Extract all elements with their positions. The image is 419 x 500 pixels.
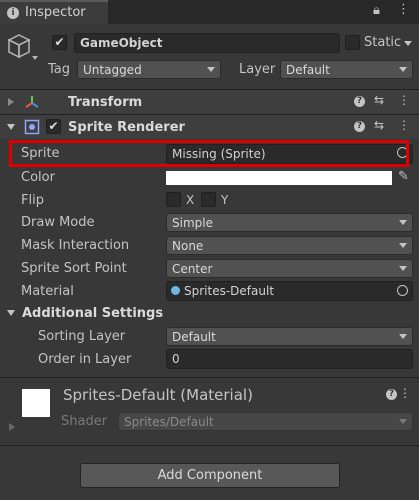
foldout-collapsed-icon[interactable] [8, 98, 14, 106]
layer-dropdown[interactable]: Default [280, 60, 413, 79]
additional-settings-title[interactable]: Additional Settings [22, 306, 163, 321]
draw-mode-label: Draw Mode [21, 215, 95, 230]
sprite-renderer-title: Sprite Renderer [68, 120, 185, 135]
sorting-layer-dropdown[interactable]: Default [166, 327, 413, 346]
color-label: Color [21, 170, 55, 185]
draw-mode-dropdown[interactable]: Simple [166, 213, 413, 232]
divider [0, 445, 419, 446]
shader-label: Shader [61, 414, 108, 429]
chevron-down-icon [399, 220, 407, 225]
sprite-renderer-enabled-checkbox[interactable]: ✔ [46, 119, 61, 134]
help-icon[interactable]: ? [386, 389, 397, 400]
chevron-down-icon [207, 67, 215, 72]
flip-x-label: X [186, 193, 195, 207]
icon-dropdown-caret-icon[interactable] [32, 56, 38, 60]
mask-interaction-label: Mask Interaction [21, 238, 130, 253]
lock-icon[interactable]: 🔒︎ [373, 3, 380, 18]
transform-axes-icon [25, 96, 39, 108]
chevron-down-icon [399, 334, 407, 339]
static-dropdown-caret-icon[interactable] [404, 41, 412, 46]
help-icon[interactable]: ? [354, 121, 365, 132]
flip-x-checkbox[interactable] [166, 192, 181, 207]
order-in-layer-label: Order in Layer [38, 352, 132, 367]
kebab-menu-icon[interactable]: ⋮ [398, 93, 410, 107]
sorting-layer-label: Sorting Layer [38, 329, 126, 344]
transform-title: Transform [68, 95, 143, 110]
foldout-expanded-icon[interactable] [7, 310, 15, 316]
sprite-renderer-icon [24, 119, 40, 135]
divider [0, 377, 419, 378]
chevron-down-icon [399, 67, 407, 72]
check-icon: ✔ [48, 119, 59, 133]
mask-interaction-value: None [172, 239, 204, 253]
info-icon: i [7, 7, 19, 19]
flip-y-label: Y [221, 193, 229, 207]
help-icon[interactable]: ? [354, 96, 365, 107]
sorting-layer-value: Default [172, 330, 216, 344]
flip-label: Flip [21, 193, 44, 208]
gameobject-active-checkbox[interactable]: ✔ [52, 35, 67, 50]
chevron-down-icon [399, 243, 407, 248]
tab-inspector[interactable]: i Inspector [0, 0, 108, 24]
highlight-box [9, 140, 409, 167]
add-component-button[interactable]: Add Component [80, 463, 340, 488]
material-label: Material [21, 284, 74, 299]
kebab-menu-icon[interactable]: ⋮ [397, 2, 410, 17]
material-section-title: Sprites-Default (Material) [63, 386, 253, 404]
kebab-menu-icon[interactable]: ⋮ [399, 386, 411, 400]
presets-icon[interactable]: ⇆ [374, 118, 384, 132]
static-checkbox[interactable] [345, 35, 360, 50]
mask-interaction-dropdown[interactable]: None [166, 236, 413, 255]
shader-value: Sprites/Default [124, 415, 214, 429]
sprite-sort-point-label: Sprite Sort Point [21, 261, 127, 276]
foldout-expanded-icon[interactable] [7, 124, 15, 130]
material-object-field[interactable]: Sprites-Default [166, 281, 413, 301]
gameobject-name-field[interactable]: GameObject [74, 33, 340, 53]
eyedropper-icon[interactable]: ✎ [398, 169, 409, 184]
shader-dropdown[interactable]: Sprites/Default [118, 412, 413, 431]
sprite-sort-point-dropdown[interactable]: Center [166, 259, 413, 278]
object-picker-icon[interactable] [397, 285, 408, 296]
chevron-down-icon [399, 419, 407, 424]
check-icon: ✔ [54, 35, 65, 49]
foldout-collapsed-icon[interactable] [9, 423, 15, 431]
layer-label: Layer [239, 62, 276, 77]
tab-inspector-label: Inspector [25, 5, 86, 20]
material-field-value: Sprites-Default [184, 284, 275, 298]
tag-dropdown[interactable]: Untagged [77, 60, 221, 79]
color-swatch[interactable] [166, 171, 392, 185]
gameobject-cube-icon [7, 34, 31, 59]
tag-dropdown-value: Untagged [83, 63, 142, 77]
static-label: Static [364, 35, 402, 50]
flip-y-checkbox[interactable] [201, 192, 216, 207]
sprite-sort-point-value: Center [172, 262, 213, 276]
draw-mode-value: Simple [172, 216, 213, 230]
order-in-layer-value: 0 [172, 352, 180, 366]
presets-icon[interactable]: ⇆ [374, 93, 384, 107]
tag-label: Tag [48, 62, 71, 77]
material-sphere-icon [171, 286, 180, 295]
material-preview-thumbnail [22, 389, 50, 417]
kebab-menu-icon[interactable]: ⋮ [398, 118, 410, 132]
layer-dropdown-value: Default [286, 63, 330, 77]
chevron-down-icon [399, 266, 407, 271]
order-in-layer-field[interactable]: 0 [166, 349, 413, 369]
